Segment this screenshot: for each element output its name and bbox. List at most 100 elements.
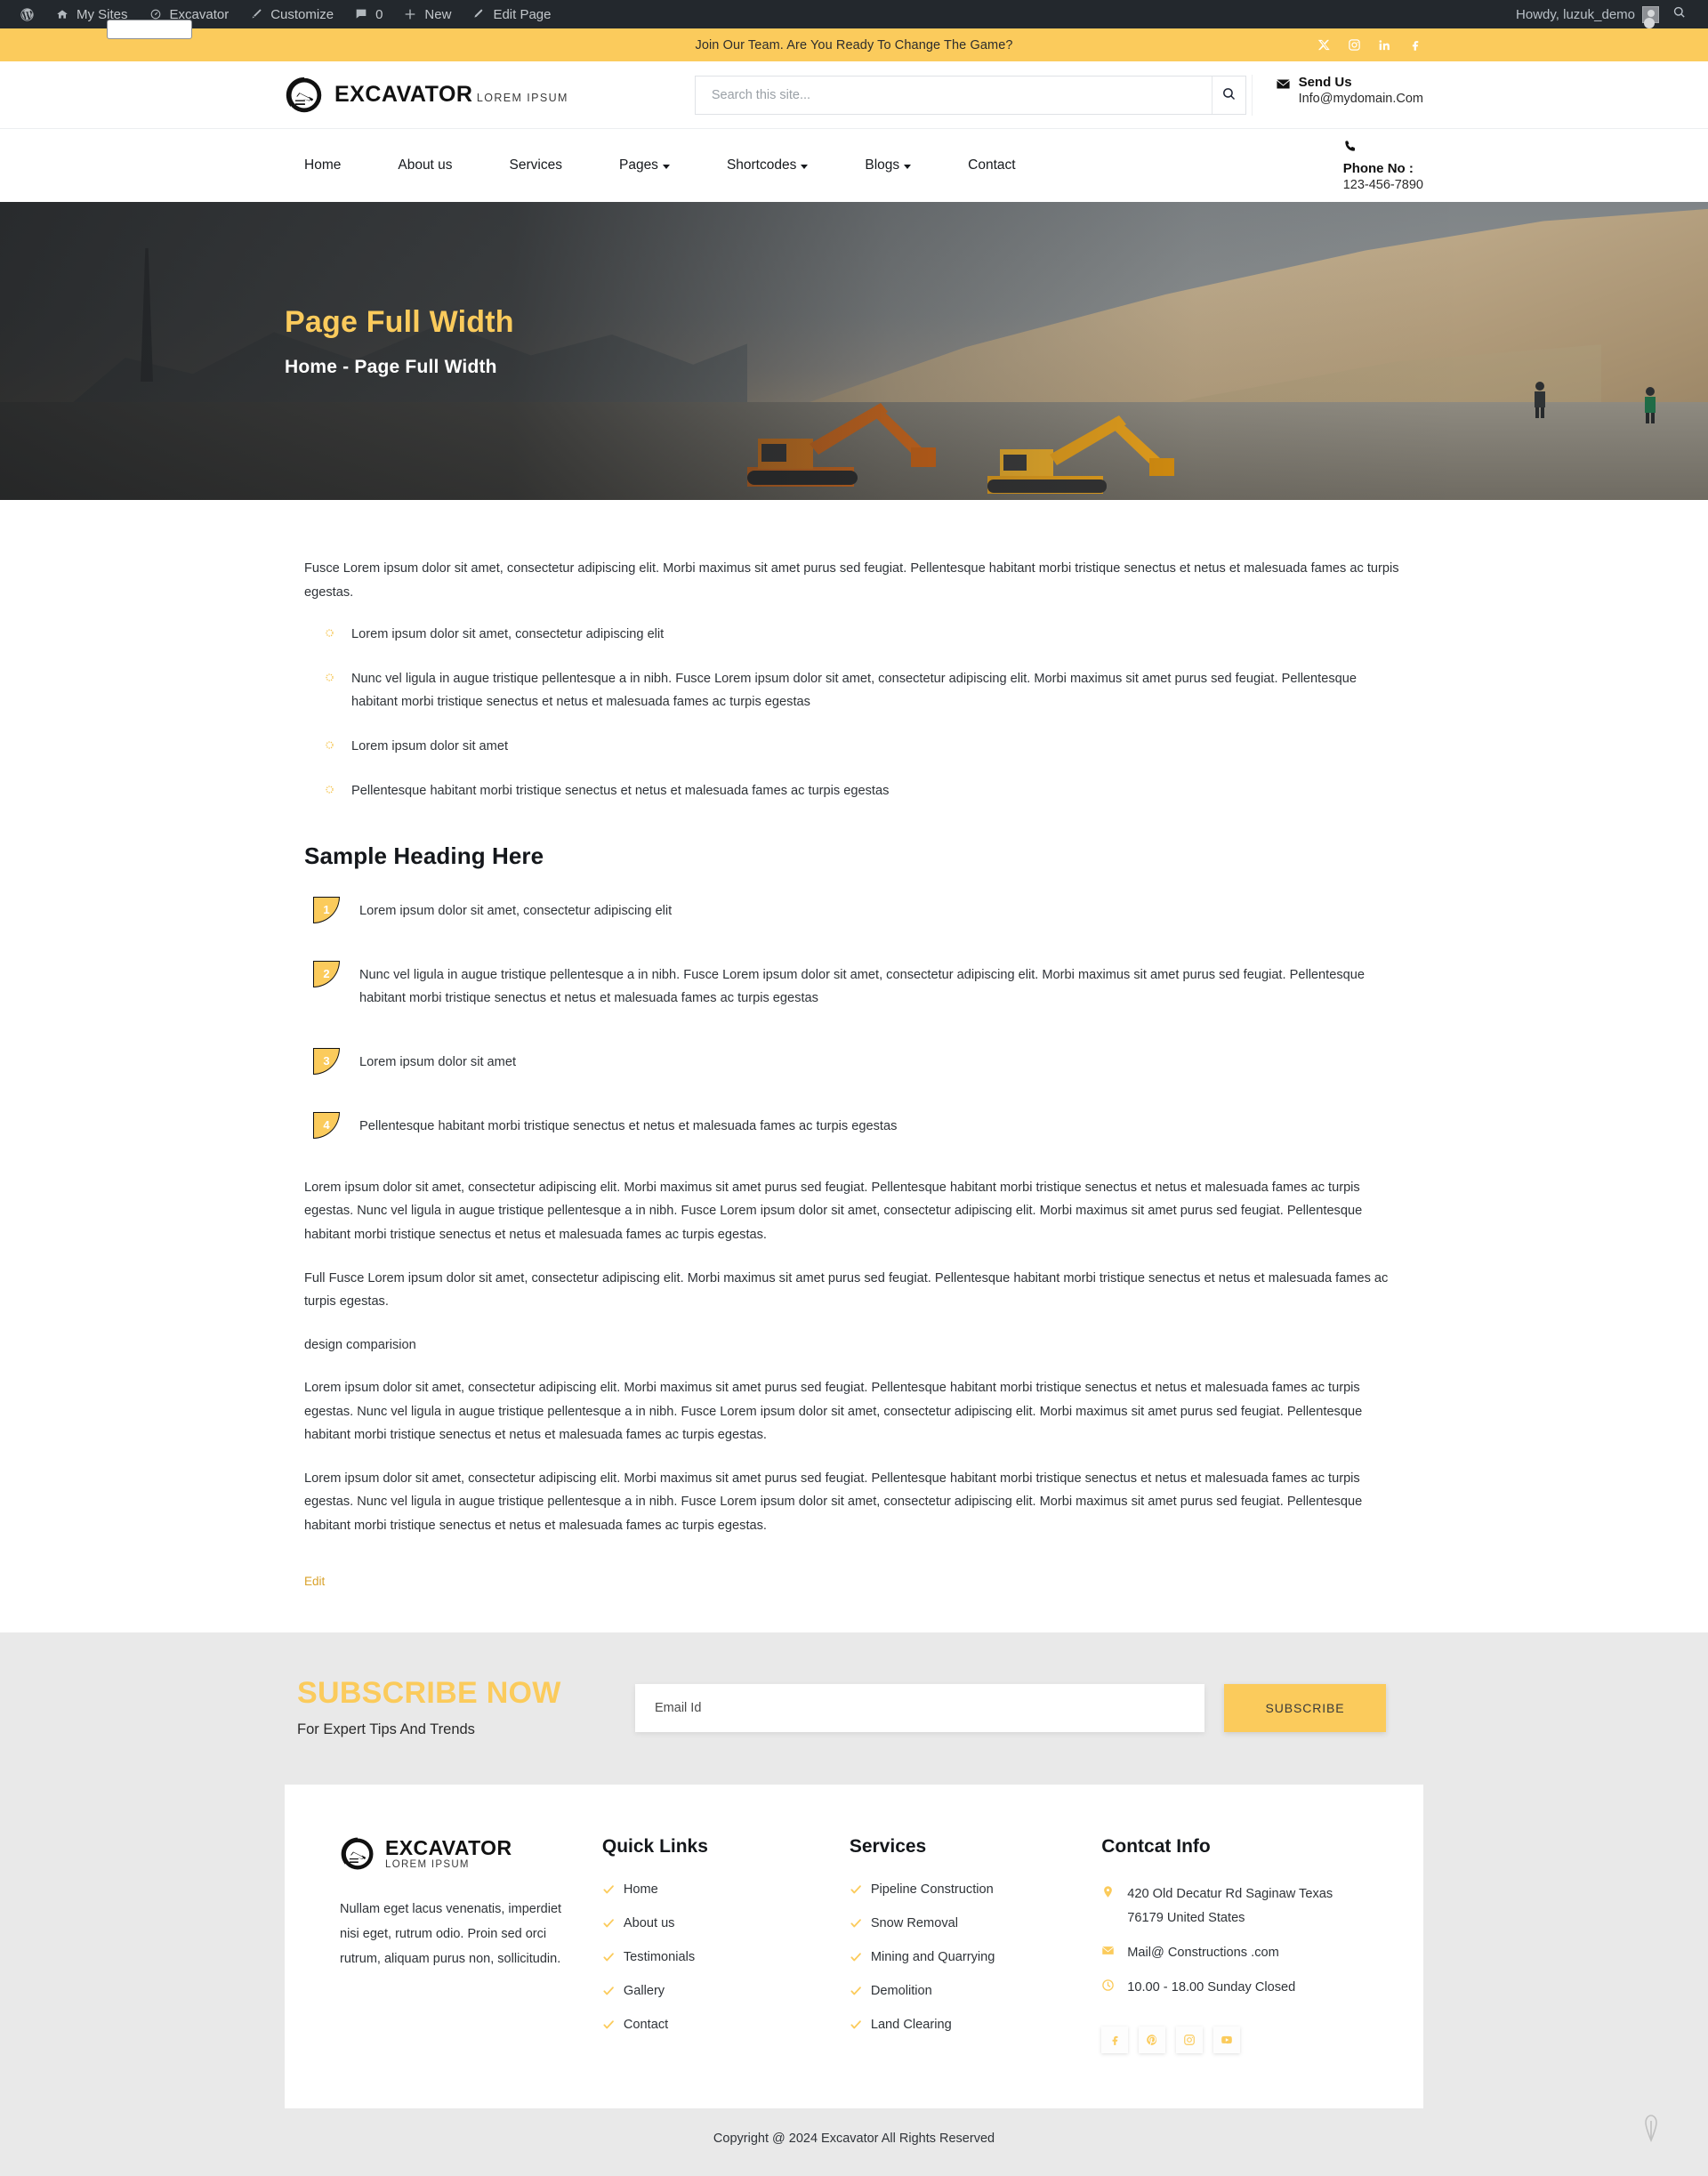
search-icon[interactable] <box>1659 4 1699 24</box>
instagram-icon[interactable] <box>1176 2026 1204 2053</box>
nav-item-pages[interactable]: Pages <box>591 157 698 173</box>
facebook-icon[interactable] <box>1101 2026 1129 2053</box>
check-icon <box>602 1883 615 1896</box>
list-item[interactable]: Home <box>602 1882 850 1897</box>
sites-icon <box>54 6 70 22</box>
list-item[interactable]: Mining and Quarrying <box>850 1950 1101 1964</box>
number-badge: 4 <box>313 1111 340 1139</box>
footer-email-text[interactable]: Mail@ Constructions .com <box>1127 1941 1279 1965</box>
adminbar-customize[interactable]: Customize <box>238 0 343 28</box>
nav-item-services[interactable]: Services <box>481 157 591 173</box>
main-navigation-bar: Home About us Services Pages Shortcodes <box>0 129 1708 202</box>
body-paragraph-3: design comparision <box>304 1337 416 1352</box>
footer-copyright-bar: Copyright @ 2024 Excavator All Rights Re… <box>0 2107 1708 2176</box>
x-twitter-icon[interactable] <box>1317 38 1331 52</box>
circle-bullet-list: Lorem ipsum dolor sit amet, consectetur … <box>304 624 1404 803</box>
footer-site-title: EXCAVATOR <box>385 1836 512 1860</box>
search-input[interactable] <box>695 76 1212 114</box>
nav-item-shortcodes[interactable]: Shortcodes <box>698 157 836 173</box>
nav-item-contact[interactable]: Contact <box>939 157 1043 173</box>
adminbar-edit-page[interactable]: Edit Page <box>461 0 560 28</box>
footer-site-tagline: LOREM IPSUM <box>385 1859 470 1871</box>
footer-hours-row: 10.00 - 18.00 Sunday Closed <box>1101 1976 1368 2000</box>
excavator-circle-logo <box>340 1836 375 1872</box>
page-root: My Sites Excavator Customize 0 New Edit … <box>0 0 1708 2176</box>
footer-logo-text: EXCAVATOR LOREM IPSUM <box>385 1837 512 1870</box>
list-item: 4 Pellentesque habitant morbi tristique … <box>304 1111 1404 1139</box>
header-phone-value[interactable]: 123-456-7890 <box>1343 178 1423 192</box>
list-item[interactable]: Land Clearing <box>850 2018 1101 2032</box>
avatar[interactable] <box>1642 5 1659 23</box>
subscribe-button[interactable]: SUBSCRIBE <box>1224 1683 1386 1732</box>
instagram-icon[interactable] <box>1348 38 1361 52</box>
nav-item-about-us[interactable]: About us <box>369 157 480 173</box>
footer-quick-links-heading: Quick Links <box>601 1835 708 1857</box>
number-badge: 2 <box>313 960 340 987</box>
adminbar-comments[interactable]: 0 <box>343 0 392 28</box>
nav-label: About us <box>398 157 453 173</box>
body-paragraph-4: Lorem ipsum dolor sit amet, consectetur … <box>304 1381 1363 1443</box>
list-item: 1 Lorem ipsum dolor sit amet, consectetu… <box>304 896 1404 923</box>
number-badge: 1 <box>313 896 340 923</box>
list-item[interactable]: Demolition <box>850 1984 1101 1998</box>
footer-address-text: 420 Old Decatur Rd Saginaw Texas 76179 U… <box>1127 1886 1333 1925</box>
body-paragraph-1: Lorem ipsum dolor sit amet, consectetur … <box>304 1180 1363 1242</box>
list-item[interactable]: About us <box>602 1916 850 1930</box>
adminbar-wordpress-logo[interactable] <box>9 0 44 28</box>
intro-paragraph: Fusce Lorem ipsum dolor sit amet, consec… <box>304 561 1399 600</box>
list-item[interactable]: Testimonials <box>602 1950 850 1964</box>
list-item[interactable]: Gallery <box>602 1984 850 1998</box>
plus-icon <box>402 6 418 22</box>
footer-logo[interactable]: EXCAVATOR LOREM IPSUM <box>340 1836 579 1872</box>
footer-quick-links-list: Home About us Testimonials Gallery Conta… <box>602 1882 850 2032</box>
list-item-text: Lorem ipsum dolor sit amet <box>359 1054 517 1069</box>
check-icon <box>850 1985 862 1997</box>
page-title: Page Full Width <box>285 305 514 339</box>
header-email-value[interactable]: Info@mydomain.Com <box>1299 92 1423 106</box>
chevron-down-icon <box>662 164 670 169</box>
youtube-icon[interactable] <box>1213 2026 1241 2053</box>
check-icon <box>850 1917 862 1930</box>
list-item[interactable]: Snow Removal <box>850 1916 1101 1930</box>
chevron-down-icon <box>801 164 809 169</box>
list-item[interactable]: Pipeline Construction <box>850 1882 1101 1897</box>
linkedin-icon[interactable] <box>1378 38 1391 52</box>
site-logo[interactable]: EXCAVATOR LOREM IPSUM <box>285 76 568 115</box>
sun-circle-icon <box>324 739 335 751</box>
list-item[interactable]: Contact <box>602 2018 850 2032</box>
scroll-to-top-button[interactable] <box>1633 2110 1669 2146</box>
email-field[interactable] <box>635 1683 1204 1732</box>
search-submit-button[interactable] <box>1211 76 1245 114</box>
sun-circle-icon <box>324 784 335 795</box>
breadcrumb: Home - Page Full Width <box>285 357 497 377</box>
nav-item-blogs[interactable]: Blogs <box>836 157 939 173</box>
social-links-top <box>1317 38 1708 52</box>
page-content: Fusce Lorem ipsum dolor sit amet, consec… <box>285 500 1423 1632</box>
site-logo-text: EXCAVATOR LOREM IPSUM <box>334 83 568 106</box>
list-item-text: Lorem ipsum dolor sit amet <box>351 739 509 754</box>
adminbar-edit-page-label: Edit Page <box>493 6 552 22</box>
header-email-block: Send Us Info@mydomain.Com <box>1251 74 1423 116</box>
adminbar-howdy[interactable]: Howdy, luzuk_demo <box>1516 7 1635 22</box>
edit-page-link[interactable]: Edit <box>304 1575 325 1588</box>
list-item: Lorem ipsum dolor sit amet, consectetur … <box>304 624 1404 647</box>
pencil-icon <box>471 6 487 22</box>
nav-label: Pages <box>618 157 658 173</box>
header-email-text: Send Us Info@mydomain.Com <box>1299 75 1423 106</box>
check-icon <box>602 1951 615 1963</box>
facebook-icon[interactable] <box>1408 38 1422 52</box>
adminbar-right: Howdy, luzuk_demo <box>1516 4 1699 24</box>
phone-icon <box>1343 141 1358 157</box>
footer-link-label: About us <box>623 1915 675 1930</box>
footer-about-column: EXCAVATOR LOREM IPSUM Nullam eget lacus … <box>340 1836 602 2053</box>
footer-services-heading: Services <box>849 1835 927 1857</box>
nav-label: Blogs <box>865 157 900 173</box>
list-item: 2 Nunc vel ligula in augue tristique pel… <box>304 960 1404 1011</box>
nav-item-home[interactable]: Home <box>285 157 369 173</box>
body-paragraph-5: Lorem ipsum dolor sit amet, consectetur … <box>304 1471 1363 1533</box>
chevron-down-icon <box>904 164 912 169</box>
subscribe-title: SUBSCRIBE NOW <box>297 1676 561 1711</box>
header-phone-block: Phone No : 123-456-7890 <box>1331 139 1423 192</box>
adminbar-new[interactable]: New <box>392 0 461 28</box>
pinterest-icon[interactable] <box>1139 2026 1166 2053</box>
